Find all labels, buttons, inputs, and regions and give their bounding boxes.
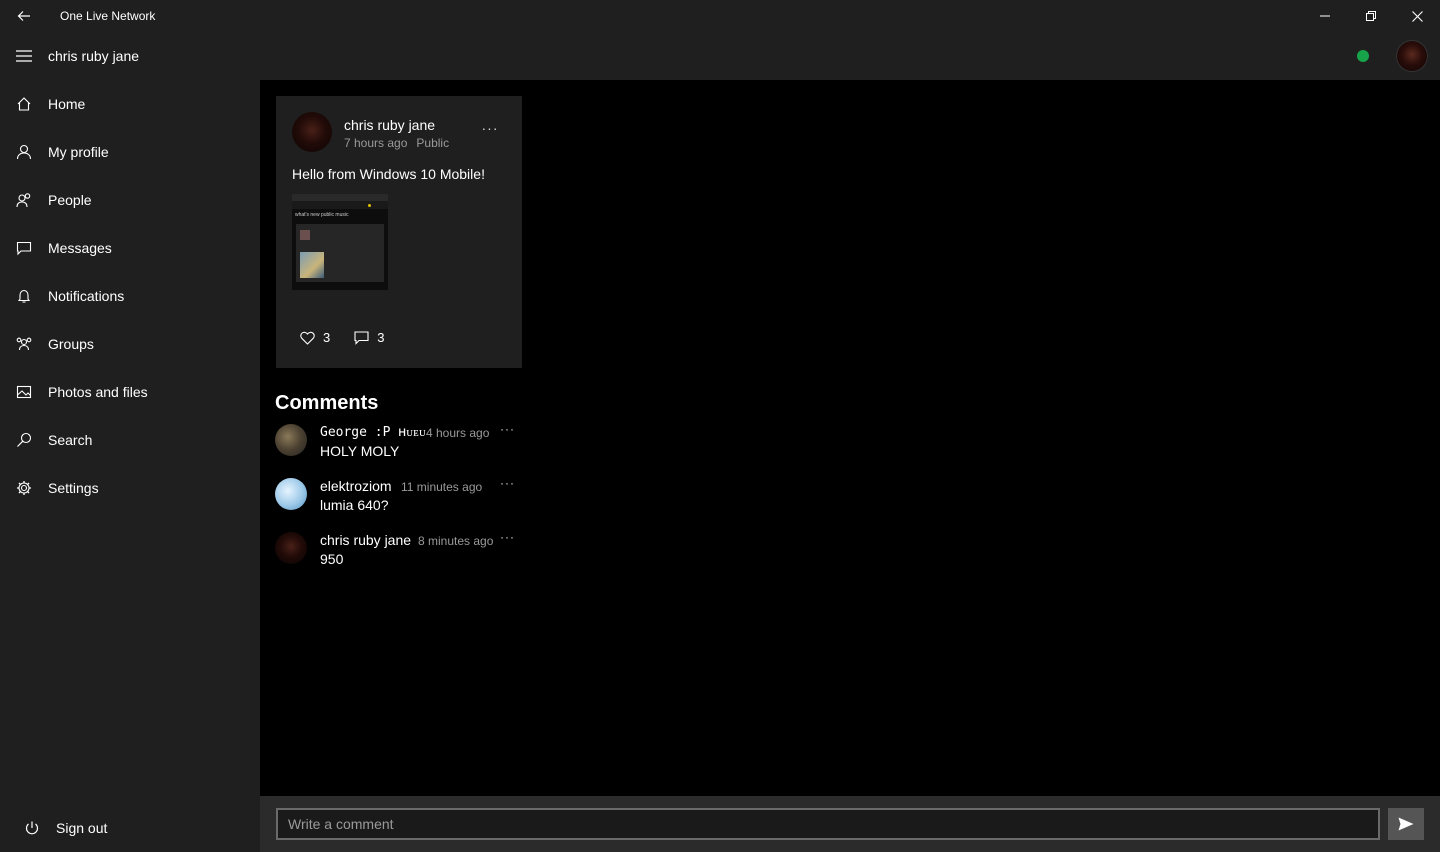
post-author-avatar[interactable] (292, 112, 332, 152)
post-text: Hello from Windows 10 Mobile! (292, 166, 485, 182)
back-arrow-icon (17, 11, 30, 21)
sidebar-item-settings[interactable]: Settings (0, 464, 260, 512)
sidebar-item-photos-and-files[interactable]: Photos and files (0, 368, 260, 416)
comment-text: HOLY MOLY (320, 443, 400, 459)
sidebar-item-label: Home (48, 96, 86, 112)
image-app-bar (292, 201, 388, 209)
image-thumb (300, 230, 310, 240)
comment-avatar[interactable] (275, 478, 307, 510)
post-visibility: Public (416, 136, 450, 150)
comment-author[interactable]: elektroziom (320, 478, 392, 494)
sidebar-item-home[interactable]: Home (0, 80, 260, 128)
image-photo (300, 252, 324, 278)
comment-avatar[interactable] (275, 532, 307, 564)
minimize-button[interactable] (1302, 0, 1348, 32)
heart-icon (300, 331, 315, 345)
menu-button[interactable] (0, 32, 48, 80)
main-content: chris ruby jane 7 hours ago Public ··· H… (260, 80, 1440, 796)
comment-author[interactable]: chris ruby jane (320, 532, 411, 548)
sidebar-item-people[interactable]: People (0, 176, 260, 224)
comment-author[interactable]: George :P ʜᴜᴇᴜ (320, 424, 426, 440)
comment-composer (260, 796, 1440, 852)
post-meta: 7 hours ago Public (344, 136, 449, 150)
comment-text: 950 (320, 551, 344, 567)
post-actions: 3 3 (300, 330, 408, 345)
close-button[interactable] (1394, 0, 1440, 32)
post-image[interactable]: what's new public music (292, 194, 388, 290)
hamburger-icon (16, 50, 32, 62)
sidebar-item-my-profile[interactable]: My profile (0, 128, 260, 176)
sidebar-item-label: Photos and files (48, 384, 148, 400)
image-dot (368, 204, 371, 207)
window-controls (1302, 0, 1440, 32)
image-status-bar (292, 194, 388, 201)
photo-icon (0, 368, 48, 416)
comment-time: 8 minutes ago (418, 534, 494, 548)
user-avatar[interactable] (1396, 40, 1428, 72)
app-header: chris ruby jane (0, 32, 1440, 80)
people-icon (0, 176, 48, 224)
sign-out-button[interactable]: Sign out (0, 804, 260, 852)
minimize-icon (1320, 15, 1330, 17)
comment-icon (354, 330, 369, 345)
title-bar: One Live Network (0, 0, 1440, 32)
comment-more-button[interactable]: ··· (500, 422, 515, 436)
post-author[interactable]: chris ruby jane (344, 117, 435, 133)
sidebar-item-groups[interactable]: Groups (0, 320, 260, 368)
comment-avatar[interactable] (275, 424, 307, 456)
sidebar-item-label: Groups (48, 336, 94, 352)
image-tabs: what's new public music (295, 212, 349, 218)
comment-item: elektroziom 11 minutes ago lumia 640? ··… (275, 476, 525, 518)
close-icon (1411, 10, 1423, 22)
restore-icon (1366, 11, 1376, 21)
sidebar-item-label: Notifications (48, 288, 125, 304)
comment-input[interactable] (276, 808, 1380, 840)
sidebar-item-label: My profile (48, 144, 109, 160)
sidebar-item-label: Settings (48, 480, 99, 496)
header-title: chris ruby jane (48, 48, 140, 64)
message-icon (0, 224, 48, 272)
like-count: 3 (323, 330, 331, 345)
online-status-indicator (1357, 50, 1369, 62)
comment-count: 3 (377, 330, 385, 345)
comment-time: 4 hours ago (426, 426, 490, 440)
send-icon (1398, 817, 1414, 831)
comments-heading: Comments (275, 392, 379, 414)
comment-text: lumia 640? (320, 497, 389, 513)
back-button[interactable] (0, 0, 48, 32)
comment-more-button[interactable]: ··· (500, 476, 515, 490)
send-button[interactable] (1388, 808, 1424, 840)
post-time: 7 hours ago (344, 136, 408, 150)
comment-time: 11 minutes ago (401, 480, 483, 494)
sidebar-item-label: Messages (48, 240, 112, 256)
sidebar: Home My profile People Messages Notifica… (0, 80, 260, 852)
gear-icon (0, 464, 48, 512)
comment-item: George :P ʜᴜᴇᴜ 4 hours ago HOLY MOLY ··· (275, 422, 525, 464)
comment-item: chris ruby jane 8 minutes ago 950 ··· (275, 530, 525, 572)
more-icon: ··· (481, 120, 499, 136)
window-title: One Live Network (60, 9, 156, 23)
bell-icon (0, 272, 48, 320)
sign-out-label: Sign out (56, 820, 108, 836)
post-more-button[interactable]: ··· (482, 120, 498, 136)
groups-icon (0, 320, 48, 368)
restore-button[interactable] (1348, 0, 1394, 32)
sidebar-item-search[interactable]: Search (0, 416, 260, 464)
person-icon (0, 128, 48, 176)
power-icon (0, 804, 56, 852)
post-card: chris ruby jane 7 hours ago Public ··· H… (276, 96, 522, 368)
home-icon (0, 80, 48, 128)
sidebar-item-label: People (48, 192, 92, 208)
like-button[interactable]: 3 (300, 330, 330, 345)
search-icon (0, 416, 48, 464)
sidebar-item-messages[interactable]: Messages (0, 224, 260, 272)
sidebar-item-label: Search (48, 432, 93, 448)
sidebar-item-notifications[interactable]: Notifications (0, 272, 260, 320)
comment-button[interactable]: 3 (354, 330, 384, 345)
comment-more-button[interactable]: ··· (500, 530, 515, 544)
